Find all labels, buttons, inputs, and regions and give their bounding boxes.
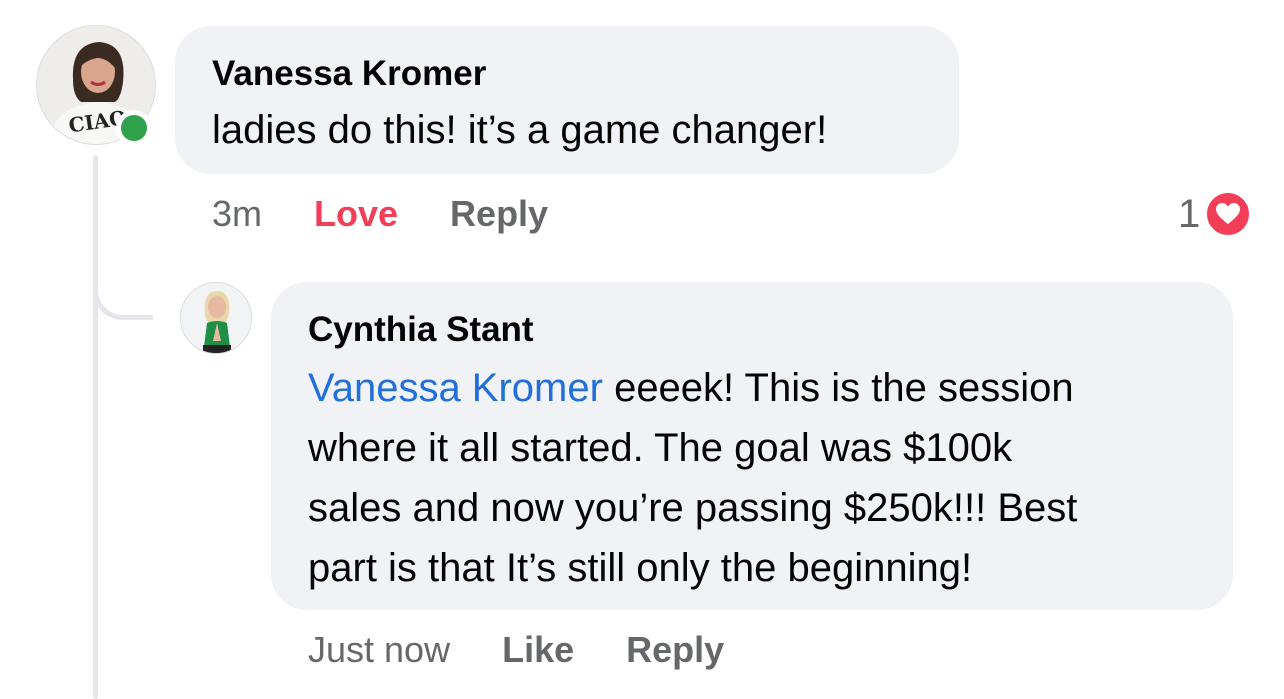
reply-button[interactable]: Reply <box>450 193 548 235</box>
reply-connector <box>93 270 153 320</box>
comment-text: Vanessa Kromer eeeek! This is the sessio… <box>308 358 1203 598</box>
comment-bubble: Cynthia Stant Vanessa Kromer eeeek! This… <box>271 282 1233 610</box>
online-status-dot <box>116 110 152 146</box>
heart-icon <box>1204 190 1253 238</box>
comment-text-line: Vanessa Kromer eeeek! This is the sessio… <box>308 358 1203 418</box>
comment-text-segment: eeeek! This is the session <box>602 366 1074 410</box>
comment-bubble: Vanessa Kromer ladies do this! it’s a ga… <box>175 26 959 174</box>
comment-timestamp[interactable]: Just now <box>308 629 450 671</box>
comment-text: ladies do this! it’s a game changer! <box>212 108 828 152</box>
comment-actions: 3m Love Reply <box>212 189 600 239</box>
comment-text-line: sales and now you’re passing $250k!!! Be… <box>308 486 1078 530</box>
thread-line <box>93 155 98 699</box>
avatar-photo <box>181 283 251 353</box>
comment-author[interactable]: Cynthia Stant <box>308 308 1203 352</box>
comment-text-line: where it all started. The goal was $100k <box>308 426 1013 470</box>
mention-link[interactable]: Vanessa Kromer <box>308 366 603 410</box>
comment-author[interactable]: Vanessa Kromer <box>212 52 959 96</box>
like-button[interactable]: Like <box>502 629 574 671</box>
reaction-summary[interactable]: 1 <box>1178 189 1253 239</box>
comment-text-line: part is that It’s still only the beginni… <box>308 546 973 590</box>
comment-actions: Just now Like Reply <box>308 625 776 675</box>
reaction-count: 1 <box>1178 191 1201 236</box>
avatar[interactable] <box>180 282 252 354</box>
comment-timestamp[interactable]: 3m <box>212 193 262 235</box>
reply-button[interactable]: Reply <box>626 629 724 671</box>
love-button[interactable]: Love <box>314 193 398 235</box>
